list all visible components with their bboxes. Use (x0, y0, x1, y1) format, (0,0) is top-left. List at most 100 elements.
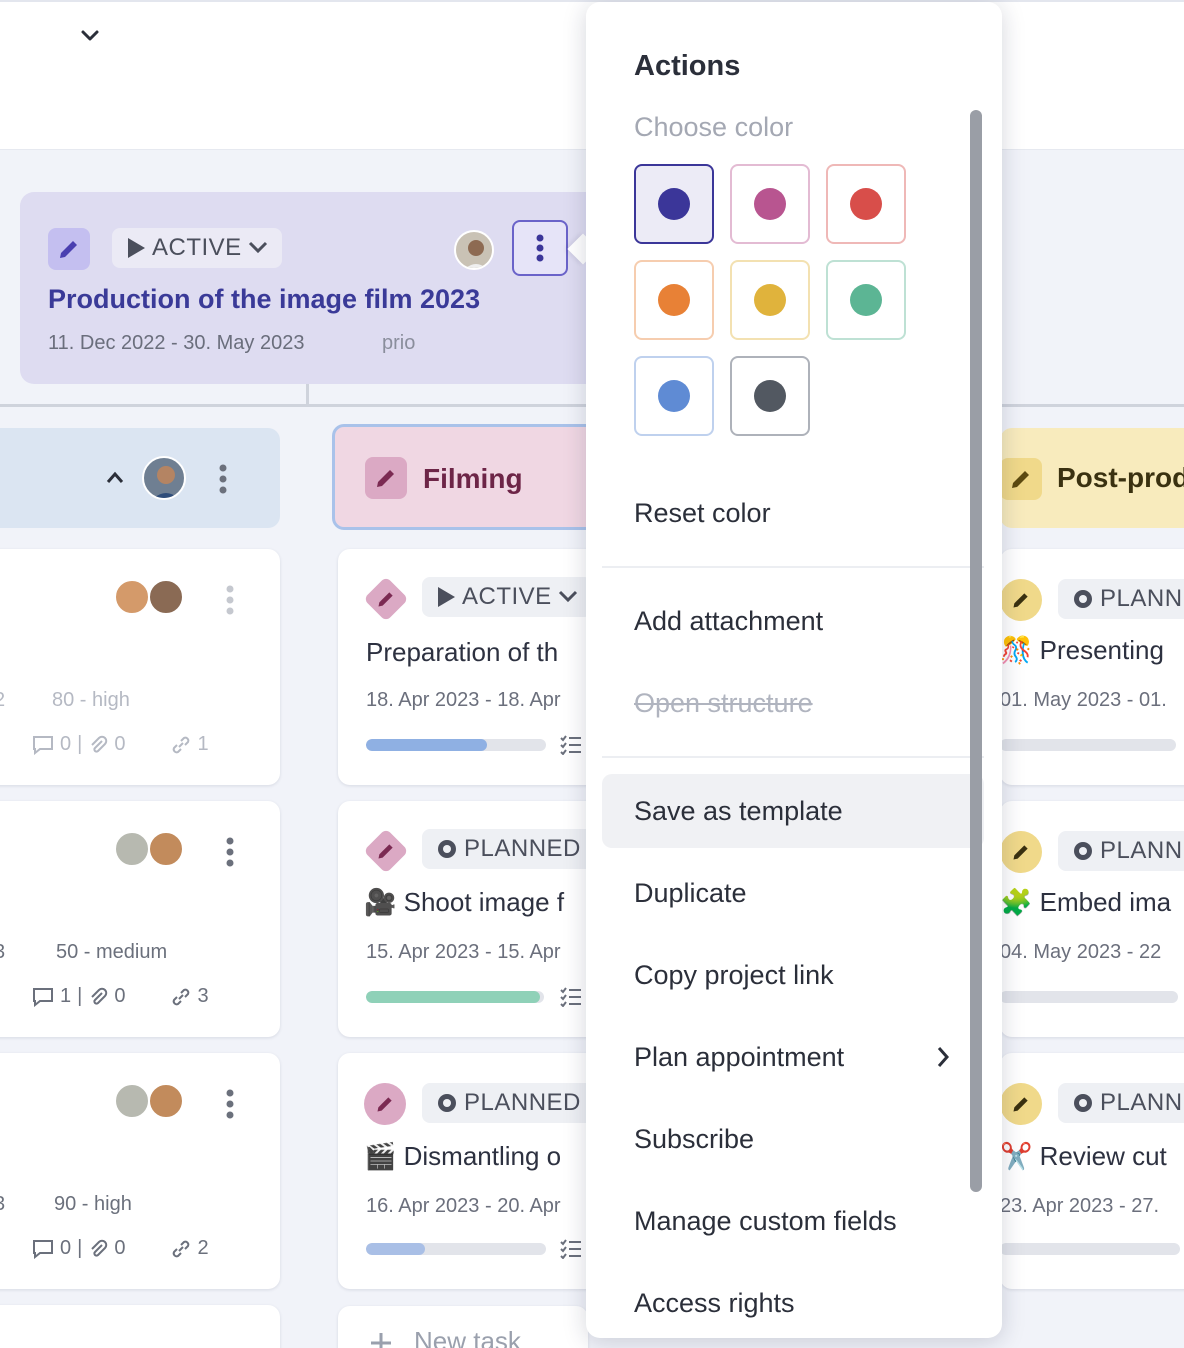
color-swatch-orange[interactable] (634, 260, 714, 340)
plus-icon (371, 1333, 391, 1348)
pencil-icon (378, 844, 393, 859)
column-header-filming[interactable]: Filming (332, 424, 612, 530)
task-priority: 80 - high (52, 689, 130, 711)
avatar[interactable] (114, 579, 150, 615)
access-rights-item[interactable]: Access rights (602, 1266, 984, 1338)
avatar[interactable] (148, 579, 184, 615)
color-swatch-magenta[interactable] (730, 164, 810, 244)
chevron-down-icon (558, 590, 577, 603)
task-status-dropdown[interactable]: PLANNED (422, 829, 595, 869)
task-card[interactable]: 3 50 - medium 1| 0 3 (0, 801, 280, 1037)
column-header[interactable] (0, 428, 280, 528)
task-card[interactable]: PLANN ✂️ Review cut 23. Apr 2023 - 27. (1000, 1053, 1184, 1289)
color-dot (658, 380, 690, 412)
link-count: 2 (197, 1237, 209, 1259)
play-icon (128, 238, 145, 258)
project-card[interactable]: ACTIVE Production of the image film 2023… (20, 192, 620, 384)
chevron-right-icon (937, 1047, 950, 1067)
plan-appointment-item[interactable]: Plan appointment (602, 1020, 984, 1094)
task-card[interactable]: ACTIVE Preparation of th 18. Apr 2023 - … (338, 549, 598, 785)
task-emoji: 🎊 (1000, 635, 1033, 665)
color-swatch-blue[interactable] (634, 356, 714, 436)
avatar[interactable] (114, 831, 150, 867)
avatar[interactable] (114, 1083, 150, 1119)
task-status-dropdown[interactable]: PLANN (1058, 579, 1184, 619)
planned-icon (1074, 842, 1092, 860)
task-card[interactable]: 3 90 - high 0| 0 2 (0, 1053, 280, 1289)
reset-color-item[interactable]: Reset color (602, 476, 984, 550)
menu-scrollbar[interactable] (970, 110, 982, 1192)
task-title[interactable]: ✂️ Review cut (1000, 1141, 1167, 1172)
color-swatch-red[interactable] (826, 164, 906, 244)
checklist-icon (560, 1239, 581, 1259)
task-title[interactable]: Preparation of th (366, 637, 558, 668)
task-title-text: Shoot image f (403, 887, 565, 917)
project-more-button[interactable] (512, 220, 568, 276)
task-type-icon (1000, 831, 1042, 873)
color-swatch-gray[interactable] (730, 356, 810, 436)
plan-appointment-label: Plan appointment (634, 1041, 845, 1072)
task-card[interactable]: PLANN 🎊 Presenting 01. May 2023 - 01. (1000, 549, 1184, 785)
avatar[interactable] (454, 230, 494, 270)
column-title: Post-prod (1057, 462, 1184, 493)
column-header-post-prod[interactable]: Post-prod (1000, 428, 1184, 528)
task-title[interactable]: 🎥 Shoot image f (364, 887, 564, 918)
copy-project-link-item[interactable]: Copy project link (602, 938, 984, 1012)
column-title: Filming (423, 463, 523, 494)
more-vertical-icon[interactable] (219, 464, 227, 494)
color-swatch-yellow[interactable] (730, 260, 810, 340)
task-card[interactable]: PLANN 🧩 Embed ima 04. May 2023 - 22 (1000, 801, 1184, 1037)
task-card[interactable]: 2 80 - high 0| 0 1 (0, 549, 280, 785)
comment-count: 1 (60, 985, 72, 1007)
avatar[interactable] (148, 831, 184, 867)
task-progress (1000, 1243, 1180, 1255)
color-swatch-navy[interactable] (634, 164, 714, 244)
project-status-label: ACTIVE (152, 234, 242, 261)
new-task-button[interactable]: New task (338, 1306, 588, 1348)
avatar[interactable] (142, 456, 186, 500)
chevron-down-icon[interactable] (78, 24, 102, 48)
save-as-template-item[interactable]: Save as template (602, 774, 984, 848)
divider (306, 384, 309, 406)
task-status-dropdown[interactable]: PLANNED (422, 1083, 595, 1123)
color-swatch-green[interactable] (826, 260, 906, 340)
task-counts: 1 | 0 3 (32, 985, 209, 1008)
task-card[interactable]: PLANNED 🎥 Shoot image f 15. Apr 2023 - 1… (338, 801, 598, 1037)
task-card[interactable] (0, 1305, 280, 1348)
avatar[interactable] (148, 1083, 184, 1119)
pencil-icon (377, 1097, 392, 1112)
color-dot (754, 284, 786, 316)
chevron-down-icon (248, 241, 267, 254)
task-dates: 01. May 2023 - 01. (1000, 689, 1167, 711)
task-title[interactable]: 🧩 Embed ima (1000, 887, 1171, 918)
subscribe-item[interactable]: Subscribe (602, 1102, 984, 1176)
task-counts: 0 | 0 1 (32, 733, 209, 756)
attachment-icon (91, 987, 108, 1005)
checklist-icon (560, 735, 581, 755)
more-vertical-icon[interactable] (226, 837, 234, 867)
color-dot (850, 188, 882, 220)
task-status-label: PLANN (1100, 585, 1183, 612)
task-emoji: ✂️ (1000, 1141, 1033, 1171)
task-status-dropdown[interactable]: PLANN (1058, 831, 1184, 871)
chevron-up-icon[interactable] (106, 470, 124, 484)
task-title[interactable]: 🎊 Presenting (1000, 635, 1164, 666)
task-status-label: PLANN (1100, 837, 1183, 864)
pencil-icon (365, 457, 407, 499)
add-attachment-item[interactable]: Add attachment (602, 584, 984, 658)
task-status-dropdown[interactable]: PLANN (1058, 1083, 1184, 1123)
link-icon (173, 1240, 190, 1257)
pencil-icon (1013, 1097, 1028, 1112)
more-vertical-icon[interactable] (226, 1089, 234, 1119)
more-vertical-icon[interactable] (226, 585, 234, 615)
task-emoji: 🎥 (364, 887, 397, 917)
task-card[interactable]: PLANNED 🎬 Dismantling o 16. Apr 2023 - 2… (338, 1053, 598, 1289)
task-title[interactable]: 🎬 Dismantling o (364, 1141, 561, 1172)
project-status-dropdown[interactable]: ACTIVE (112, 228, 282, 268)
duplicate-item[interactable]: Duplicate (602, 856, 984, 930)
project-title[interactable]: Production of the image film 2023 (48, 284, 480, 315)
task-meta: 2 (0, 689, 5, 712)
task-title-text: Dismantling o (403, 1141, 562, 1171)
task-status-dropdown[interactable]: ACTIVE (422, 577, 592, 617)
manage-custom-fields-item[interactable]: Manage custom fields (602, 1184, 984, 1258)
